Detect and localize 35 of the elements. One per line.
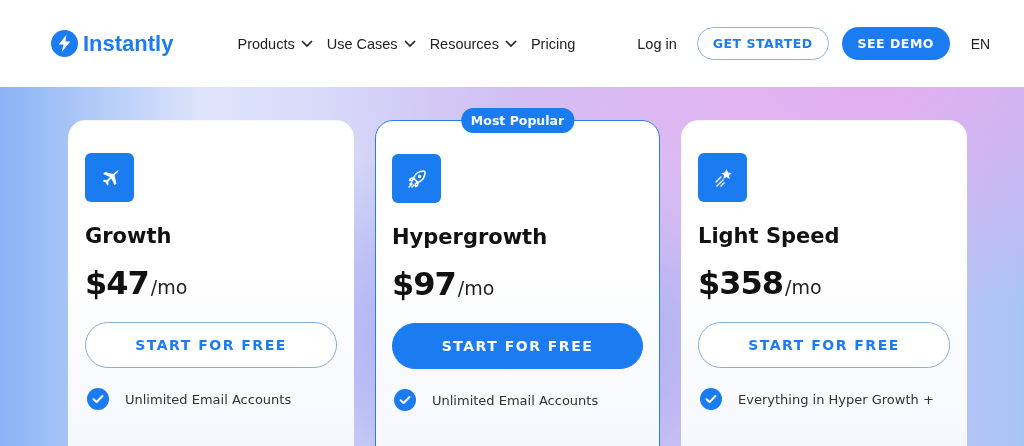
nav-link[interactable]: Resources — [429, 35, 517, 52]
plan-name: Light Speed — [698, 224, 841, 248]
see-demo-button[interactable]: SEE DEMO — [841, 27, 950, 60]
chevron-down-icon — [504, 39, 517, 48]
login-link[interactable]: Log in — [637, 35, 677, 52]
start-for-free-button[interactable]: START FOR FREE — [392, 323, 643, 369]
nav-link[interactable]: Use Cases — [326, 35, 416, 52]
nav-link[interactable]: Products — [237, 35, 313, 52]
airplane-icon — [85, 153, 134, 202]
nav-link[interactable]: Pricing — [530, 35, 576, 52]
price-period: /mo — [457, 277, 495, 299]
check-icon — [394, 389, 416, 411]
check-icon — [700, 388, 722, 410]
plan-name: Growth — [85, 224, 173, 248]
logo[interactable]: Instantly — [51, 30, 174, 57]
chevron-down-icon — [403, 39, 416, 48]
feature-text: Unlimited Email Accounts — [432, 392, 599, 408]
start-for-free-button[interactable]: START FOR FREE — [698, 322, 950, 368]
plan-price: $97 — [392, 265, 456, 303]
rocket-icon — [392, 154, 441, 203]
check-icon — [87, 388, 109, 410]
plan-badge: Most Popular — [460, 108, 575, 133]
lightning-bolt-icon — [51, 30, 78, 57]
language-selector[interactable]: EN — [970, 35, 991, 52]
plan-price: $358 — [698, 264, 784, 302]
plan-price: $47 — [85, 264, 149, 302]
start-for-free-button[interactable]: START FOR FREE — [85, 322, 337, 368]
logo-text: Instantly — [83, 30, 174, 57]
feature-text: Everything in Hyper Growth + — [738, 391, 934, 407]
plan-name: Hypergrowth — [392, 225, 549, 249]
feature-text: Unlimited Email Accounts — [125, 391, 292, 407]
price-period: /mo — [150, 276, 188, 298]
chevron-down-icon — [300, 39, 313, 48]
price-period: /mo — [785, 276, 822, 298]
get-started-button[interactable]: GET STARTED — [696, 27, 829, 60]
